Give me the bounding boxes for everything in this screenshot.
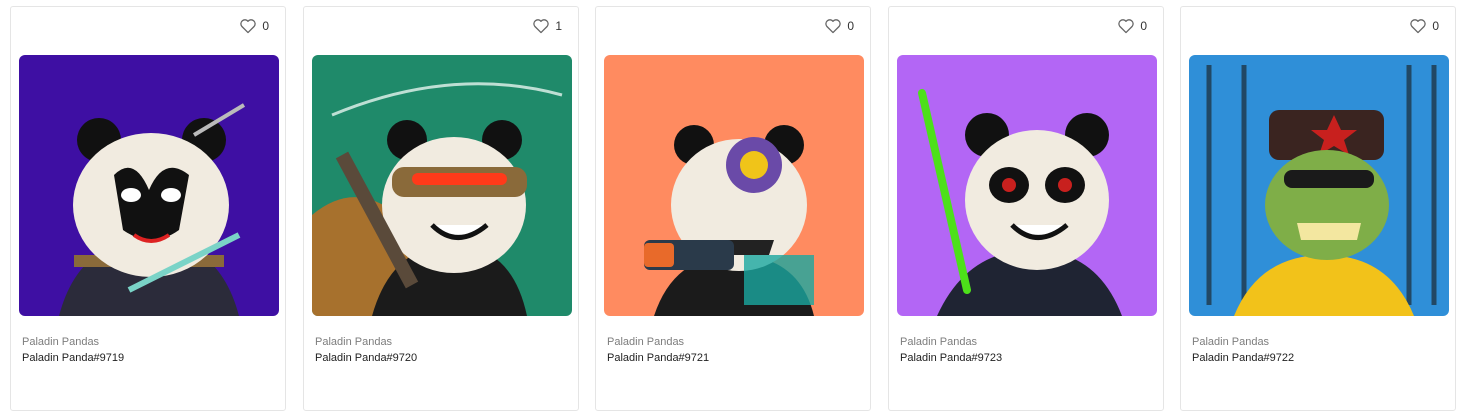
collection-name[interactable]: Paladin Pandas bbox=[1192, 336, 1269, 348]
like-button[interactable]: 0 bbox=[239, 18, 269, 34]
heart-icon[interactable] bbox=[532, 18, 550, 34]
item-name[interactable]: Paladin Panda#9719 bbox=[22, 352, 124, 364]
nft-card[interactable]: 0 Paladin Pandas Paladin Panda#9719 bbox=[10, 6, 286, 411]
nft-card-grid: 0 Paladin Pandas Paladin Panda#9719 1 Pa… bbox=[0, 0, 1466, 418]
collection-name[interactable]: Paladin Pandas bbox=[900, 336, 977, 348]
nft-card[interactable]: 0 Paladin Pandas Paladin Panda#9721 bbox=[595, 6, 871, 411]
nft-image[interactable] bbox=[19, 55, 279, 316]
nft-image[interactable] bbox=[604, 55, 864, 316]
item-name[interactable]: Paladin Panda#9723 bbox=[900, 352, 1002, 364]
like-count: 0 bbox=[1140, 19, 1147, 33]
nft-image[interactable] bbox=[1189, 55, 1449, 316]
item-name[interactable]: Paladin Panda#9720 bbox=[315, 352, 417, 364]
heart-icon[interactable] bbox=[239, 18, 257, 34]
collection-name[interactable]: Paladin Pandas bbox=[315, 336, 392, 348]
heart-icon[interactable] bbox=[1409, 18, 1427, 34]
like-count: 0 bbox=[847, 19, 854, 33]
item-name[interactable]: Paladin Panda#9722 bbox=[1192, 352, 1294, 364]
like-button[interactable]: 0 bbox=[824, 18, 854, 34]
like-count: 0 bbox=[262, 19, 269, 33]
item-name[interactable]: Paladin Panda#9721 bbox=[607, 352, 709, 364]
like-count: 0 bbox=[1432, 19, 1439, 33]
collection-name[interactable]: Paladin Pandas bbox=[22, 336, 99, 348]
nft-card[interactable]: 1 Paladin Pandas Paladin Panda#9720 bbox=[303, 6, 579, 411]
heart-icon[interactable] bbox=[1117, 18, 1135, 34]
nft-image[interactable] bbox=[312, 55, 572, 316]
nft-card[interactable]: 0 Paladin Pandas Paladin Panda#9722 bbox=[1180, 6, 1456, 411]
like-button[interactable]: 0 bbox=[1409, 18, 1439, 34]
like-button[interactable]: 1 bbox=[532, 18, 562, 34]
collection-name[interactable]: Paladin Pandas bbox=[607, 336, 684, 348]
nft-image[interactable] bbox=[897, 55, 1157, 316]
nft-card[interactable]: 0 Paladin Pandas Paladin Panda#9723 bbox=[888, 6, 1164, 411]
like-button[interactable]: 0 bbox=[1117, 18, 1147, 34]
like-count: 1 bbox=[555, 19, 562, 33]
heart-icon[interactable] bbox=[824, 18, 842, 34]
